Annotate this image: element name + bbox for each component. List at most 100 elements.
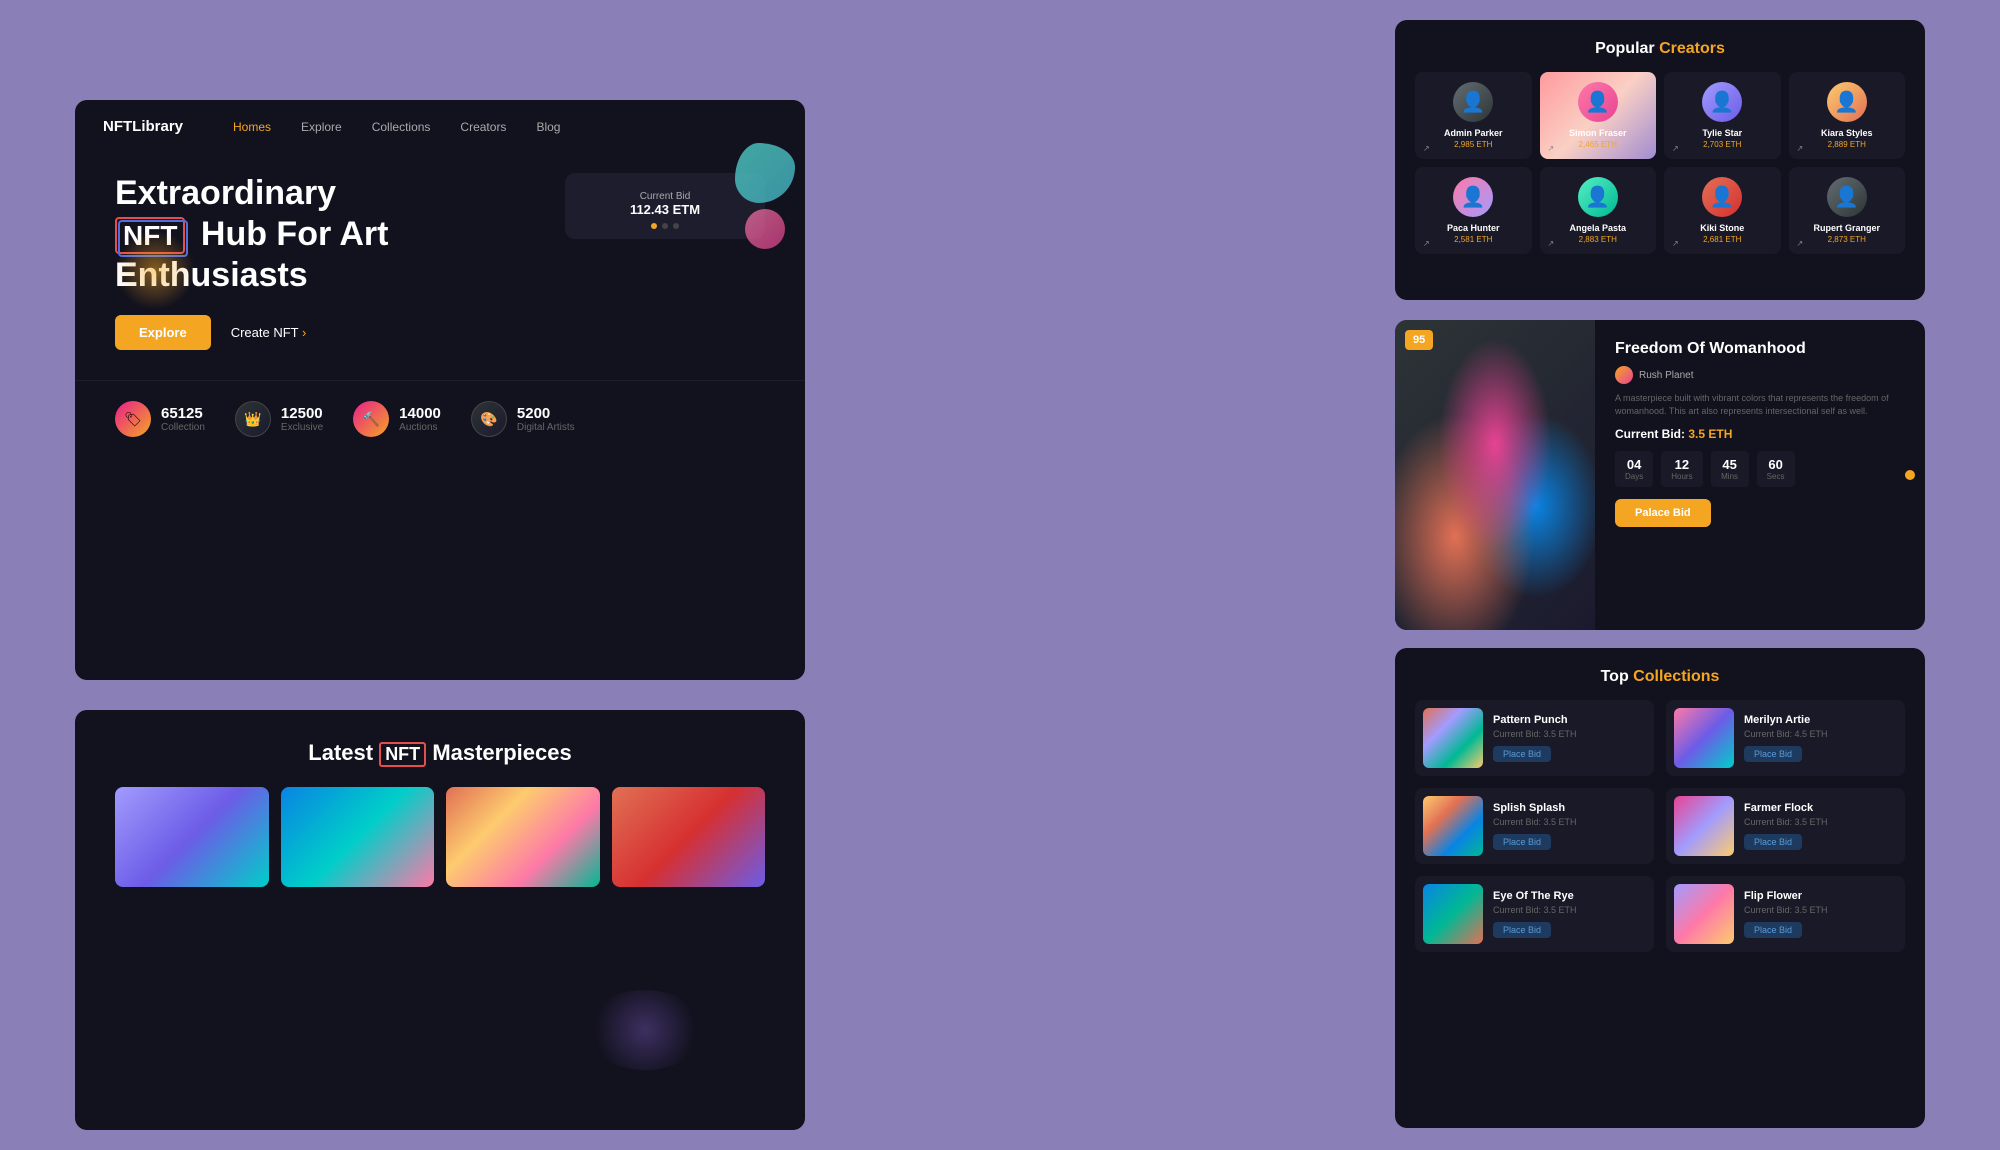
timer-secs: 60 Secs [1757, 451, 1795, 487]
creator-eth-2: 2,465 ETH [1548, 140, 1649, 149]
creator-avatar-6 [1578, 177, 1618, 217]
creator-avatar-8 [1827, 177, 1867, 217]
creator-card-5[interactable]: Paca Hunter 2,581 ETH ↗ [1415, 167, 1532, 254]
creator-arrow-4: ↗ [1797, 144, 1804, 153]
creator-card-2[interactable]: Simon Fraser 2,465 ETH ↗ [1540, 72, 1657, 159]
creator-arrow-5: ↗ [1423, 239, 1430, 248]
collection-bid-4: Current Bid: 3.5 ETH [1744, 817, 1897, 827]
stat-label-artists: Digital Artists [517, 422, 575, 433]
nav-explore[interactable]: Explore [301, 120, 342, 134]
stat-text-exclusive: 12500 Exclusive [281, 405, 323, 433]
timer-days-label: Days [1625, 472, 1643, 481]
creator-arrow-3: ↗ [1672, 144, 1679, 153]
collection-item-4: Farmer Flock Current Bid: 3.5 ETH Place … [1666, 788, 1905, 864]
nav-dot [1905, 470, 1915, 480]
create-nft-button[interactable]: Create NFT › [231, 325, 307, 340]
latest-title-plain: Latest [308, 740, 379, 765]
place-bid-btn-5[interactable]: Place Bid [1493, 922, 1551, 938]
logo: NFTLibrary [103, 118, 183, 135]
stat-text-auctions: 14000 Auctions [399, 405, 441, 433]
art-image [1395, 320, 1595, 630]
top-collections-panel: Top Collections Pattern Punch Current Bi… [1395, 648, 1925, 1128]
creator-eth-1: 2,985 ETH [1423, 140, 1524, 149]
hero-nft-badge: NFT [115, 217, 185, 255]
navbar: NFTLibrary Homes Explore Collections Cre… [75, 100, 805, 153]
collection-item-6: Flip Flower Current Bid: 3.5 ETH Place B… [1666, 876, 1905, 952]
popular-title-plain: Popular [1595, 40, 1659, 57]
art-description: A masterpiece built with vibrant colors … [1615, 392, 1905, 417]
timer-days: 04 Days [1615, 451, 1653, 487]
art-preview: 95 [1395, 320, 1595, 630]
creator-card-8[interactable]: Rupert Granger 2,873 ETH ↗ [1789, 167, 1906, 254]
collection-name-2: Merilyn Artie [1744, 714, 1897, 726]
collection-bid-5: Current Bid: 3.5 ETH [1493, 905, 1646, 915]
stat-label-exclusive: Exclusive [281, 422, 323, 433]
place-bid-btn-4[interactable]: Place Bid [1744, 834, 1802, 850]
dot-1 [651, 223, 657, 229]
hero-line2: Hub For Art [201, 215, 389, 253]
creator-eth-8: 2,873 ETH [1797, 235, 1898, 244]
collection-info-6: Flip Flower Current Bid: 3.5 ETH Place B… [1744, 890, 1897, 938]
creator-name-3: Tylie Star [1672, 128, 1773, 138]
collection-name-6: Flip Flower [1744, 890, 1897, 902]
timer-days-val: 04 [1625, 457, 1643, 472]
place-bid-btn-3[interactable]: Place Bid [1493, 834, 1551, 850]
creator-card-1[interactable]: Admin Parker 2,985 ETH ↗ [1415, 72, 1532, 159]
creator-eth-3: 2,703 ETH [1672, 140, 1773, 149]
countdown-timer: 04 Days 12 Hours 45 Mins 60 Secs [1615, 451, 1905, 487]
creator-avatar-2 [1578, 82, 1618, 122]
place-bid-btn-6[interactable]: Place Bid [1744, 922, 1802, 938]
palace-bid-button[interactable]: Palace Bid [1615, 499, 1711, 527]
art-info: Freedom Of Womanhood Rush Planet A maste… [1595, 320, 1925, 630]
art-creator-avatar [1615, 366, 1633, 384]
hero-title: Extraordinary NFT Hub For Art Enthusiast… [115, 173, 545, 295]
hero-card-area: Current Bid 112.43 ETM [565, 163, 765, 239]
collection-name-1: Pattern Punch [1493, 714, 1646, 726]
place-bid-btn-2[interactable]: Place Bid [1744, 746, 1802, 762]
timer-secs-val: 60 [1767, 457, 1785, 472]
art-creator-row: Rush Planet [1615, 366, 1905, 384]
hero-section: Extraordinary NFT Hub For Art Enthusiast… [75, 153, 805, 370]
creator-card-7[interactable]: Kiki Stone 2,681 ETH ↗ [1664, 167, 1781, 254]
timer-mins-label: Mins [1721, 472, 1739, 481]
creator-card-3[interactable]: Tylie Star 2,703 ETH ↗ [1664, 72, 1781, 159]
collection-bid-2: Current Bid: 4.5 ETH [1744, 729, 1897, 739]
collection-info-3: Splish Splash Current Bid: 3.5 ETH Place… [1493, 802, 1646, 850]
hero-line3: Enthusiasts [115, 256, 308, 294]
nav-blog[interactable]: Blog [536, 120, 560, 134]
hero-text: Extraordinary NFT Hub For Art Enthusiast… [115, 163, 545, 350]
top-collections-highlight: Collections [1633, 668, 1719, 685]
nav-creators[interactable]: Creators [460, 120, 506, 134]
stat-artists: 🎨 5200 Digital Artists [471, 401, 575, 437]
dot-2 [662, 223, 668, 229]
nav-homes[interactable]: Homes [233, 120, 271, 134]
creator-name-6: Angela Pasta [1548, 223, 1649, 233]
nav-collections[interactable]: Collections [372, 120, 431, 134]
stat-collection: 🏷 65125 Collection [115, 401, 205, 437]
collection-name-4: Farmer Flock [1744, 802, 1897, 814]
bottom-left-panel: Latest NFT Masterpieces [75, 710, 805, 1130]
collection-info-2: Merilyn Artie Current Bid: 4.5 ETH Place… [1744, 714, 1897, 762]
bid-value: 112.43 ETM [575, 202, 755, 217]
creator-arrow-2: ↗ [1548, 144, 1555, 153]
creator-name-5: Paca Hunter [1423, 223, 1524, 233]
place-bid-btn-1[interactable]: Place Bid [1493, 746, 1551, 762]
collection-info-4: Farmer Flock Current Bid: 3.5 ETH Place … [1744, 802, 1897, 850]
collection-thumb-1 [1423, 708, 1483, 768]
explore-button[interactable]: Explore [115, 315, 211, 350]
popular-creators-panel: Popular Creators Admin Parker 2,985 ETH … [1395, 20, 1925, 300]
deco-shape-1 [735, 143, 795, 203]
creator-card-4[interactable]: Kiara Styles 2,889 ETH ↗ [1789, 72, 1906, 159]
stat-icon-collection: 🏷 [115, 401, 151, 437]
collection-info-5: Eye Of The Rye Current Bid: 3.5 ETH Plac… [1493, 890, 1646, 938]
art-creator-name: Rush Planet [1639, 370, 1693, 381]
top-collections-plain: Top [1601, 668, 1634, 685]
nft-thumb-1 [115, 787, 269, 887]
creator-avatar-5 [1453, 177, 1493, 217]
deco-shape-2 [745, 209, 785, 249]
art-bid-label: Current Bid: 3.5 ETH [1615, 427, 1905, 441]
collection-thumb-4 [1674, 796, 1734, 856]
stat-label-collection: Collection [161, 422, 205, 433]
creator-card-6[interactable]: Angela Pasta 2,883 ETH ↗ [1540, 167, 1657, 254]
creator-name-8: Rupert Granger [1797, 223, 1898, 233]
